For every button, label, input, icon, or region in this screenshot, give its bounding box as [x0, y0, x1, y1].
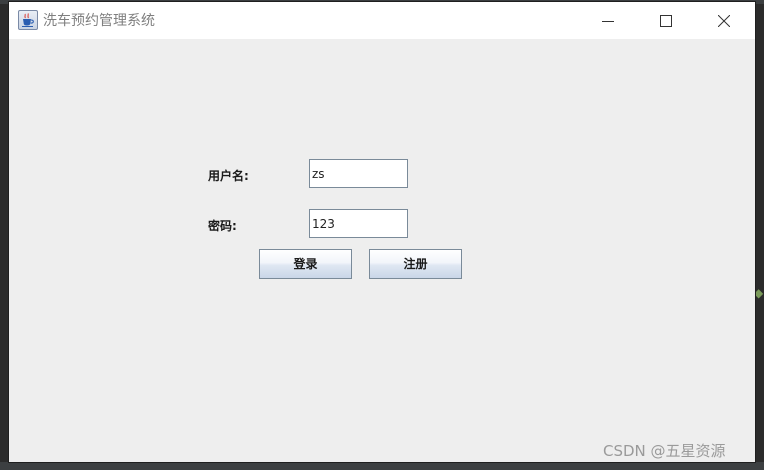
password-field[interactable] [309, 209, 408, 238]
username-field[interactable] [309, 159, 408, 188]
login-button[interactable]: 登录 [259, 249, 352, 279]
close-button[interactable] [695, 2, 753, 39]
watermark: CSDN @五星资源 [603, 442, 726, 460]
register-button[interactable]: 注册 [369, 249, 462, 279]
ide-edge-glyph: ◆ [754, 286, 764, 300]
minimize-icon [602, 20, 614, 22]
maximize-icon [660, 14, 672, 27]
username-label: 用户名: [208, 169, 249, 183]
minimize-button[interactable] [579, 2, 637, 39]
password-label: 密码: [208, 219, 237, 233]
ide-bottom-strip [0, 462, 764, 470]
maximize-button[interactable] [637, 2, 695, 39]
java-coffee-cup-icon [18, 10, 38, 30]
close-icon [718, 14, 730, 27]
login-window: 洗车预约管理系统 用户名: 密码: 登录 注册 [9, 2, 755, 462]
window-title: 洗车预约管理系统 [43, 13, 155, 29]
title-bar[interactable]: 洗车预约管理系统 [9, 2, 755, 39]
login-panel: 用户名: 密码: 登录 注册 [9, 39, 755, 462]
